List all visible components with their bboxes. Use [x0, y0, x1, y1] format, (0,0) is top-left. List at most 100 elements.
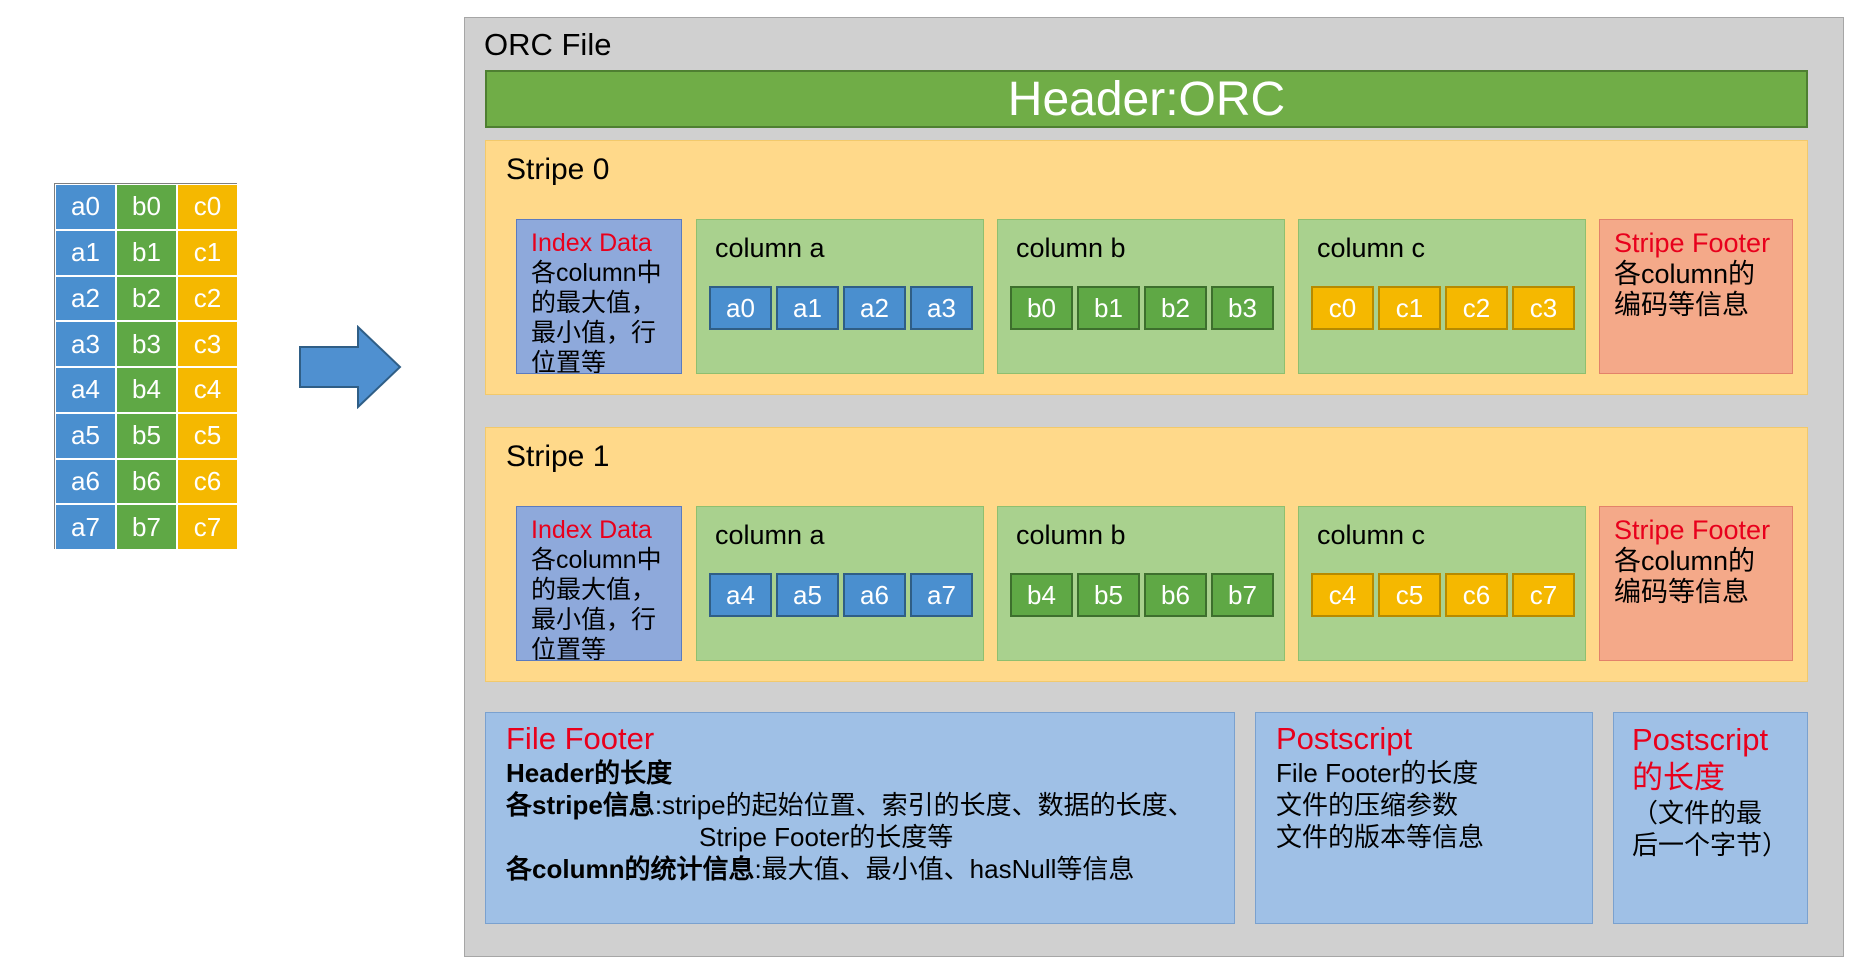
table-cell-b: b4 — [116, 367, 177, 413]
column-value: a6 — [843, 573, 906, 617]
column-value: b2 — [1144, 286, 1207, 330]
index-data-line: 的最大值， — [531, 576, 657, 604]
index-data-line: 各column中 — [531, 259, 662, 287]
column-value: a4 — [709, 573, 772, 617]
column-value: b5 — [1077, 573, 1140, 617]
column-value: b4 — [1010, 573, 1073, 617]
column-title: column a — [715, 233, 825, 263]
table-cell-a: a4 — [55, 367, 116, 413]
postscript-line: 文件的版本等信息 — [1276, 822, 1485, 852]
stripe-footer-title: Stripe Footer — [1614, 515, 1771, 545]
table-cell-b: b5 — [116, 412, 177, 459]
column-value: b6 — [1144, 573, 1207, 617]
column-title: column b — [1016, 520, 1126, 550]
column-value: c3 — [1512, 286, 1575, 330]
table-cell-a: a5 — [55, 412, 116, 459]
index-data-line: 的最大值， — [531, 289, 657, 317]
stripe-0-column-b: column b b0 b1 b2 b3 — [997, 219, 1285, 374]
column-value: c6 — [1445, 573, 1508, 617]
table-cell-a: a7 — [55, 504, 116, 550]
index-data-line: 各column中 — [531, 546, 662, 574]
index-data-line: 位置等 — [531, 636, 607, 661]
column-value: b1 — [1077, 286, 1140, 330]
postscript-length: Postscript 的长度 （文件的最 后一个字节） — [1613, 712, 1808, 924]
stripe-1: Stripe 1 Index Data 各column中 的最大值， 最小值，行… — [485, 427, 1808, 682]
stripe-0-index-data: Index Data 各column中 的最大值， 最小值，行 位置等 — [516, 219, 682, 374]
postscript-length-title: Postscript — [1632, 722, 1769, 757]
stripe-footer-title: Stripe Footer — [1614, 228, 1771, 258]
file-footer-stripe-info-label: 各stripe信息 — [506, 790, 655, 820]
orc-header-label: Header:ORC — [1007, 72, 1286, 126]
column-value: c2 — [1445, 286, 1508, 330]
stripe-1-footer: Stripe Footer 各column的 编码等信息 — [1599, 506, 1793, 661]
stripe-0-footer: Stripe Footer 各column的 编码等信息 — [1599, 219, 1793, 374]
column-value: a5 — [776, 573, 839, 617]
table-cell-c: c6 — [177, 458, 238, 505]
column-title: column c — [1317, 233, 1426, 263]
stripe-0-column-c: column c c0 c1 c2 c3 — [1298, 219, 1586, 374]
table-cell-b: b2 — [116, 275, 177, 322]
table-cell-c: c7 — [177, 504, 238, 550]
postscript-line: File Footer的长度 — [1276, 758, 1479, 788]
table-cell-a: a0 — [55, 184, 116, 230]
index-data-line: 最小值，行 — [531, 319, 657, 347]
column-value: c7 — [1512, 573, 1575, 617]
stripe-footer-line: 编码等信息 — [1614, 577, 1749, 607]
table-cell-a: a1 — [55, 229, 116, 276]
column-value: a0 — [709, 286, 772, 330]
postscript-length-title: 的长度 — [1632, 760, 1725, 795]
column-title: column c — [1317, 520, 1426, 550]
file-footer-column-stats-text: :最大值、最小值、hasNull等信息 — [754, 854, 1135, 884]
stripe-1-column-b: column b b4 b5 b6 b7 — [997, 506, 1285, 661]
table-cell-a: a6 — [55, 458, 116, 505]
column-value: c1 — [1378, 286, 1441, 330]
row-data-table: a0 b0 c0 a1 b1 c1 a2 b2 c2 a3 b3 c3 a4 b4 c4 a5 b5 c5 a6 b6… — [54, 183, 238, 550]
stripe-1-column-a: column a a4 a5 a6 a7 — [696, 506, 984, 661]
column-value: b0 — [1010, 286, 1073, 330]
postscript-length-line: （文件的最 — [1632, 798, 1763, 828]
table-cell-b: b7 — [116, 504, 177, 550]
file-footer-header-length: Header的长度 — [506, 758, 673, 788]
index-data-title: Index Data — [531, 516, 652, 544]
table-cell-b: b3 — [116, 321, 177, 367]
column-value: c4 — [1311, 573, 1374, 617]
table-cell-b: b1 — [116, 229, 177, 276]
table-cell-b: b6 — [116, 458, 177, 505]
postscript-title: Postscript — [1276, 721, 1413, 756]
stripe-footer-line: 编码等信息 — [1614, 290, 1749, 320]
column-value: a7 — [910, 573, 973, 617]
postscript-line: 文件的压缩参数 — [1276, 790, 1459, 820]
table-cell-c: c1 — [177, 229, 238, 276]
postscript-length-line: 后一个字节） — [1632, 830, 1789, 860]
index-data-line: 位置等 — [531, 349, 607, 374]
table-cell-c: c3 — [177, 321, 238, 367]
table-cell-a: a3 — [55, 321, 116, 367]
file-footer-column-stats-label: 各column的统计信息 — [506, 854, 755, 884]
table-cell-c: c2 — [177, 275, 238, 322]
column-title: column b — [1016, 233, 1126, 263]
file-footer-title: File Footer — [506, 721, 655, 756]
stripe-1-title: Stripe 1 — [506, 440, 610, 473]
stripe-1-column-c: column c c4 c5 c6 c7 — [1298, 506, 1586, 661]
file-footer-stripe-info-text: :stripe的起始位置、索引的长度、数据的长度、 — [654, 790, 1194, 820]
stripe-0-title: Stripe 0 — [506, 153, 610, 186]
table-cell-c: c4 — [177, 367, 238, 413]
column-value: b3 — [1211, 286, 1274, 330]
index-data-title: Index Data — [531, 229, 652, 257]
orc-header-bar: Header:ORC — [485, 70, 1808, 128]
index-data-line: 最小值，行 — [531, 606, 657, 634]
column-value: a2 — [843, 286, 906, 330]
right-arrow-icon — [299, 325, 402, 409]
table-cell-c: c5 — [177, 412, 238, 459]
stripe-0: Stripe 0 Index Data 各column中 的最大值， 最小值，行… — [485, 140, 1808, 395]
stripe-1-index-data: Index Data 各column中 的最大值， 最小值，行 位置等 — [516, 506, 682, 661]
column-title: column a — [715, 520, 825, 550]
orc-file-title: ORC File — [484, 27, 612, 62]
file-footer: File Footer Header的长度 各stripe信息:stripe的起… — [485, 712, 1235, 924]
file-footer-stripe-footer-length: Stripe Footer的长度等 — [699, 822, 954, 852]
stripe-0-column-a: column a a0 a1 a2 a3 — [696, 219, 984, 374]
column-value: a1 — [776, 286, 839, 330]
column-value: a3 — [910, 286, 973, 330]
stripe-footer-line: 各column的 — [1614, 546, 1756, 576]
table-cell-a: a2 — [55, 275, 116, 322]
